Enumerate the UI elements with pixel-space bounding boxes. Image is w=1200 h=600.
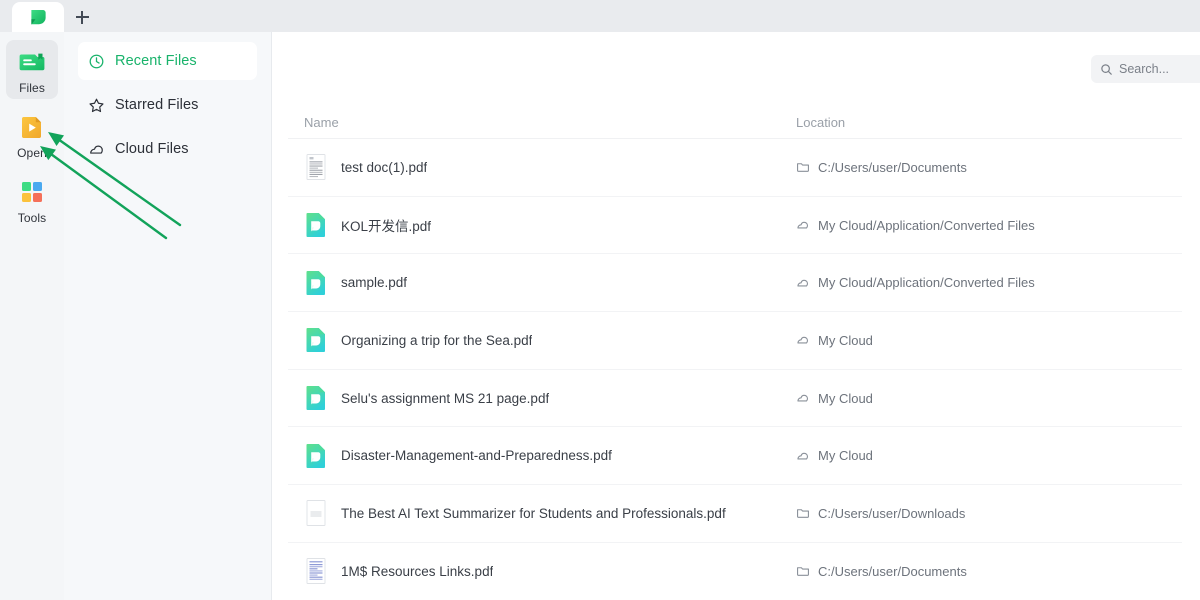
table-row[interactable]: The Best AI Text Summarizer for Students… (288, 485, 1182, 543)
cell-file-name: KOL开发信.pdf (304, 211, 796, 239)
document-thumbnail-blue-icon (306, 558, 326, 585)
cell-file-location: C:/Users/user/Documents (796, 160, 1182, 175)
file-name-text: Organizing a trip for the Sea.pdf (341, 332, 533, 348)
file-name-text: The Best AI Text Summarizer for Students… (341, 505, 726, 521)
nav-item-starred-files-label: Starred Files (115, 97, 199, 113)
file-name-text: KOL开发信.pdf (341, 219, 432, 235)
file-location-text: My Cloud (818, 390, 873, 406)
search-placeholder: Search... (1119, 62, 1170, 76)
folder-icon (797, 163, 809, 173)
plus-icon (75, 10, 89, 24)
file-location-text: C:/Users/user/Downloads (818, 505, 966, 521)
rail-item-open-label: Open (17, 146, 47, 160)
document-thumbnail-light-icon (306, 500, 326, 527)
table-row[interactable]: test doc(1).pdf C:/Users/user/Documents (288, 139, 1182, 197)
table-header-row: Name Location (288, 106, 1182, 139)
file-name-text: test doc(1).pdf (341, 159, 428, 175)
cell-file-location: C:/Users/user/Downloads (796, 506, 1182, 521)
nav-item-cloud-files-label: Cloud Files (115, 141, 189, 157)
pdf-app-logo-icon (30, 9, 46, 25)
rail-item-tools[interactable]: Tools (6, 170, 58, 229)
new-tab-button[interactable] (64, 2, 100, 32)
left-rail: Files Open Tools (0, 32, 64, 600)
cell-file-name: test doc(1).pdf (304, 153, 796, 181)
table-row[interactable]: Disaster-Management-and-Preparedness.pdf… (288, 427, 1182, 486)
open-play-icon (22, 117, 41, 138)
file-name-text: Selu's assignment MS 21 page.pdf (341, 390, 550, 406)
file-name-text: 1M$ Resources Links.pdf (341, 563, 494, 579)
column-header-location[interactable]: Location (796, 115, 1182, 130)
cell-file-location: My Cloud/Application/Converted Files (796, 218, 1182, 233)
main-toolbar: Search... (272, 32, 1200, 106)
folder-icon (797, 567, 809, 576)
nav-item-recent-files-label: Recent Files (115, 53, 197, 69)
cell-file-location: My Cloud (796, 448, 1182, 463)
tab-bar (0, 0, 1200, 32)
search-input[interactable]: Search... (1091, 55, 1200, 83)
nav-item-starred-files[interactable]: Starred Files (78, 86, 257, 124)
cell-file-location: My Cloud/Application/Converted Files (796, 275, 1182, 290)
app-window: Files Open Tools Recent Files Starred Fi… (0, 0, 1200, 600)
table-row[interactable]: Selu's assignment MS 21 page.pdf My Cloud (288, 370, 1182, 428)
cloud-icon (797, 279, 809, 287)
rail-item-open[interactable]: Open (6, 105, 58, 164)
tools-grid-icon (22, 182, 42, 202)
nav-panel: Recent Files Starred Files Cloud Files (64, 32, 272, 600)
pdf-file-icon (306, 213, 325, 238)
cell-file-name: Disaster-Management-and-Preparedness.pdf (304, 442, 796, 470)
pdf-file-icon (306, 386, 325, 411)
rail-item-tools-label: Tools (17, 211, 47, 225)
search-icon (1101, 63, 1112, 75)
cloud-icon (797, 221, 809, 229)
clock-icon (89, 54, 104, 68)
cell-file-name: sample.pdf (304, 269, 796, 297)
rail-item-files-label: Files (19, 81, 45, 95)
nav-item-recent-files[interactable]: Recent Files (78, 42, 257, 80)
table-body: test doc(1).pdf C:/Users/user/Documents KO… (272, 139, 1200, 600)
file-name-text: Disaster-Management-and-Preparedness.pdf (341, 448, 612, 464)
file-location-text: My Cloud (818, 448, 873, 464)
table-row[interactable]: KOL开发信.pdf My Cloud/Application/Converted… (288, 197, 1182, 255)
pdf-file-icon (306, 328, 325, 353)
app-body: Files Open Tools Recent Files Starred Fi… (0, 32, 1200, 600)
column-header-name[interactable]: Name (304, 115, 796, 130)
table-row[interactable]: Organizing a trip for the Sea.pdf My Clou… (288, 312, 1182, 370)
browser-tab-active[interactable] (12, 2, 64, 32)
file-table: Name Location test doc(1).pdf C:/Users/us… (272, 106, 1200, 600)
cloud-icon (797, 394, 809, 402)
nav-item-cloud-files[interactable]: Cloud Files (78, 130, 257, 168)
cloud-icon (797, 452, 809, 460)
cell-file-name: Organizing a trip for the Sea.pdf (304, 326, 796, 354)
file-name-text: sample.pdf (341, 275, 408, 291)
cell-file-location: My Cloud (796, 391, 1182, 406)
cell-file-name: Selu's assignment MS 21 page.pdf (304, 384, 796, 412)
files-icon (19, 53, 45, 71)
cell-file-name: 1M$ Resources Links.pdf (304, 557, 796, 585)
cell-file-location: C:/Users/user/Documents (796, 564, 1182, 579)
star-icon (89, 98, 104, 112)
cell-file-name: The Best AI Text Summarizer for Students… (304, 499, 796, 527)
cloud-icon (797, 337, 809, 344)
file-location-text: C:/Users/user/Documents (818, 563, 967, 579)
file-location-text: C:/Users/user/Documents (818, 159, 967, 175)
document-thumbnail-icon (306, 154, 326, 181)
rail-item-files[interactable]: Files (6, 40, 58, 99)
table-row[interactable]: 1M$ Resources Links.pdf C:/Users/user/Doc… (288, 543, 1182, 600)
pdf-file-icon (306, 443, 325, 468)
cloud-icon (90, 145, 103, 154)
cell-file-location: My Cloud (796, 333, 1182, 348)
table-row[interactable]: sample.pdf My Cloud/Application/Converted… (288, 254, 1182, 313)
main-content: Search... Name Location test doc(1).pdf C… (272, 32, 1200, 600)
file-location-text: My Cloud/Application/Converted Files (818, 217, 1035, 233)
file-location-text: My Cloud/Application/Converted Files (818, 275, 1035, 291)
folder-icon (797, 509, 809, 519)
pdf-file-icon (306, 270, 325, 295)
file-location-text: My Cloud (818, 332, 873, 348)
